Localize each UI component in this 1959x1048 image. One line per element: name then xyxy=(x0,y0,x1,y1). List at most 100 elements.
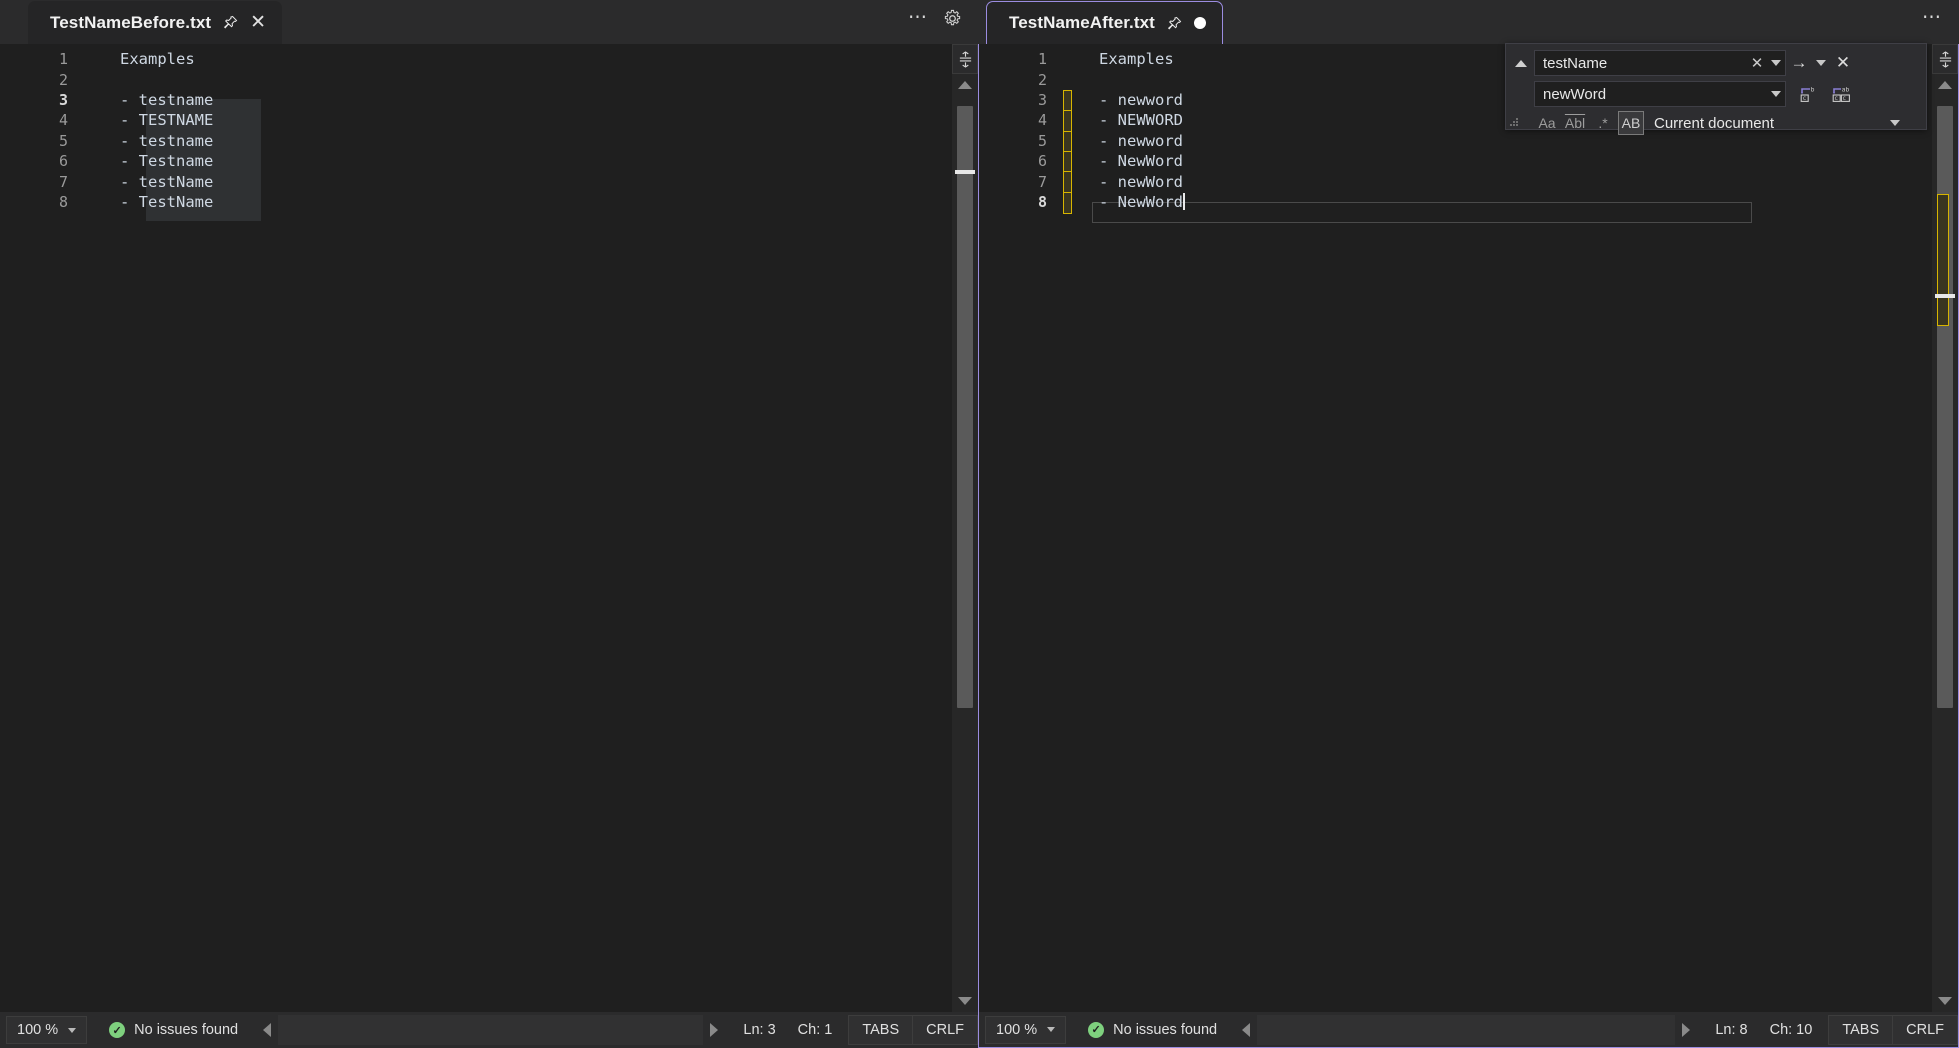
code-line: 4 - TESTNAME xyxy=(0,110,952,130)
line-text: - NewWord xyxy=(1073,193,1183,211)
change-bar xyxy=(80,131,94,151)
change-bar xyxy=(80,110,94,130)
zoom-control[interactable]: 100 % xyxy=(985,1016,1066,1044)
scroll-up-icon[interactable] xyxy=(1932,74,1958,96)
hscroll-track[interactable] xyxy=(1257,1015,1675,1045)
replace-history-dropdown-icon[interactable] xyxy=(1767,91,1785,97)
chevron-down-icon[interactable] xyxy=(1047,1027,1055,1032)
eol-mode-button[interactable]: CRLF xyxy=(913,1015,978,1045)
code-surface-right[interactable]: 1 Examples 2 3 - newword xyxy=(979,44,1932,1012)
indent-mode-button[interactable]: TABS xyxy=(1828,1015,1893,1045)
find-input[interactable]: testName ✕ xyxy=(1534,50,1786,76)
match-case-toggle[interactable]: Aa xyxy=(1534,111,1560,135)
replace-next-icon[interactable]: b c xyxy=(1794,81,1822,107)
preserve-case-toggle[interactable]: AB xyxy=(1618,111,1644,135)
change-bar xyxy=(80,49,94,69)
clear-icon[interactable]: ✕ xyxy=(1747,54,1767,72)
column-indicator: Ch: 1 xyxy=(798,1022,833,1038)
scrollbar-track-right[interactable] xyxy=(1932,96,1958,990)
vertical-scrollbar-right[interactable] xyxy=(1932,44,1958,1012)
find-replace-widget[interactable]: testName ✕ → ✕ newWord b c xyxy=(1505,43,1927,130)
dirty-dot-icon[interactable] xyxy=(1194,17,1206,29)
change-bar xyxy=(1059,131,1073,151)
hscroll-track[interactable] xyxy=(278,1015,703,1045)
line-indicator: Ln: 8 xyxy=(1715,1022,1747,1038)
line-text: - newword xyxy=(1073,132,1183,150)
code-line: 8 - TestName xyxy=(0,192,952,212)
scrollbar-thumb[interactable] xyxy=(957,106,973,708)
line-text: - testname xyxy=(94,132,213,150)
issues-label: No issues found xyxy=(1113,1022,1217,1038)
code-line: 5 - testname xyxy=(0,131,952,151)
indent-mode-button[interactable]: TABS xyxy=(848,1015,913,1045)
chevron-down-icon[interactable] xyxy=(68,1028,76,1033)
horizontal-scrollbar-left[interactable] xyxy=(256,1015,725,1045)
find-options-row: Aa Abl .* AB Current document xyxy=(1534,111,1914,135)
visual-studio-window: TestNameBefore.txt ✕ ⋯ xyxy=(0,0,1959,1048)
check-circle-icon: ✓ xyxy=(1088,1022,1104,1038)
issues-status[interactable]: ✓ No issues found xyxy=(109,1022,238,1038)
editor-pane-right: TestNameAfter.txt ⋯ 1 Examples xyxy=(978,0,1959,1048)
caret-position: Ln: 3 Ch: 1 xyxy=(743,1022,848,1038)
svg-text:c: c xyxy=(1834,95,1838,102)
search-scope-dropdown-icon[interactable] xyxy=(1886,120,1904,126)
chevron-up-icon[interactable] xyxy=(1508,50,1534,76)
change-bar xyxy=(80,90,94,110)
find-next-options-icon[interactable] xyxy=(1812,60,1830,66)
line-number: 5 xyxy=(979,132,1059,150)
scrollbar-track-left[interactable] xyxy=(952,96,978,990)
ellipsis-icon[interactable]: ⋯ xyxy=(1922,13,1943,23)
match-whole-word-toggle[interactable]: Abl xyxy=(1562,111,1588,135)
issues-status[interactable]: ✓ No issues found xyxy=(1088,1022,1217,1038)
use-regex-toggle[interactable]: .* xyxy=(1590,111,1616,135)
code-line: 2 xyxy=(0,69,952,89)
editor-pane-left: TestNameBefore.txt ✕ ⋯ xyxy=(0,0,978,1048)
line-text: - NewWord xyxy=(1073,152,1183,170)
vertical-scrollbar-left[interactable] xyxy=(952,44,978,1012)
line-number: 7 xyxy=(0,173,80,191)
zoom-value: 100 % xyxy=(17,1022,58,1038)
find-next-icon[interactable]: → xyxy=(1786,53,1812,73)
line-indicator: Ln: 3 xyxy=(743,1022,775,1038)
scrollbar-change-marker xyxy=(1937,194,1949,326)
find-row: testName ✕ → ✕ xyxy=(1506,50,1926,76)
replace-all-icon[interactable]: ab c c xyxy=(1828,81,1856,107)
split-view-icon[interactable] xyxy=(1932,44,1958,74)
scroll-down-icon[interactable] xyxy=(1932,990,1958,1012)
scroll-left-icon[interactable] xyxy=(256,1023,278,1037)
scroll-left-icon[interactable] xyxy=(1235,1023,1257,1037)
ellipsis-icon[interactable]: ⋯ xyxy=(908,13,929,23)
line-text: - newWord xyxy=(1073,173,1183,191)
svg-text:ab: ab xyxy=(1842,85,1850,93)
change-bar xyxy=(1059,192,1073,212)
gear-icon[interactable] xyxy=(943,9,962,28)
find-history-dropdown-icon[interactable] xyxy=(1767,60,1785,66)
replace-input[interactable]: newWord xyxy=(1534,81,1786,107)
code-surface-left[interactable]: 1 Examples 2 3 - testname xyxy=(0,44,952,1012)
scroll-down-icon[interactable] xyxy=(952,990,978,1012)
line-number: 2 xyxy=(979,71,1059,89)
status-bar-right: 100 % ✓ No issues found Ln: 8 Ch: 10 TAB… xyxy=(978,1012,1959,1048)
pin-icon[interactable] xyxy=(1167,16,1182,31)
tab-title: TestNameBefore.txt xyxy=(50,13,211,33)
find-input-value: testName xyxy=(1543,55,1747,72)
scroll-right-icon[interactable] xyxy=(703,1023,725,1037)
close-icon[interactable]: ✕ xyxy=(250,13,266,32)
line-text: - TestName xyxy=(94,193,213,211)
eol-mode-button[interactable]: CRLF xyxy=(1893,1015,1958,1045)
zoom-control[interactable]: 100 % xyxy=(6,1016,87,1044)
pin-icon[interactable] xyxy=(223,15,238,30)
resize-grip-icon[interactable] xyxy=(1510,118,1518,126)
close-icon[interactable]: ✕ xyxy=(1830,53,1856,73)
split-view-icon[interactable] xyxy=(952,44,978,74)
scroll-right-icon[interactable] xyxy=(1675,1023,1697,1037)
line-text: - TESTNAME xyxy=(94,111,213,129)
tab-testnamebefore[interactable]: TestNameBefore.txt ✕ xyxy=(28,1,282,44)
change-bar xyxy=(80,171,94,191)
editor-body-right: 1 Examples 2 3 - newword xyxy=(978,44,1959,1012)
scroll-up-icon[interactable] xyxy=(952,74,978,96)
horizontal-scrollbar-right[interactable] xyxy=(1235,1015,1697,1045)
line-number: 4 xyxy=(979,111,1059,129)
search-scope-label: Current document xyxy=(1654,115,1774,132)
tab-testnameafter[interactable]: TestNameAfter.txt xyxy=(986,1,1223,44)
